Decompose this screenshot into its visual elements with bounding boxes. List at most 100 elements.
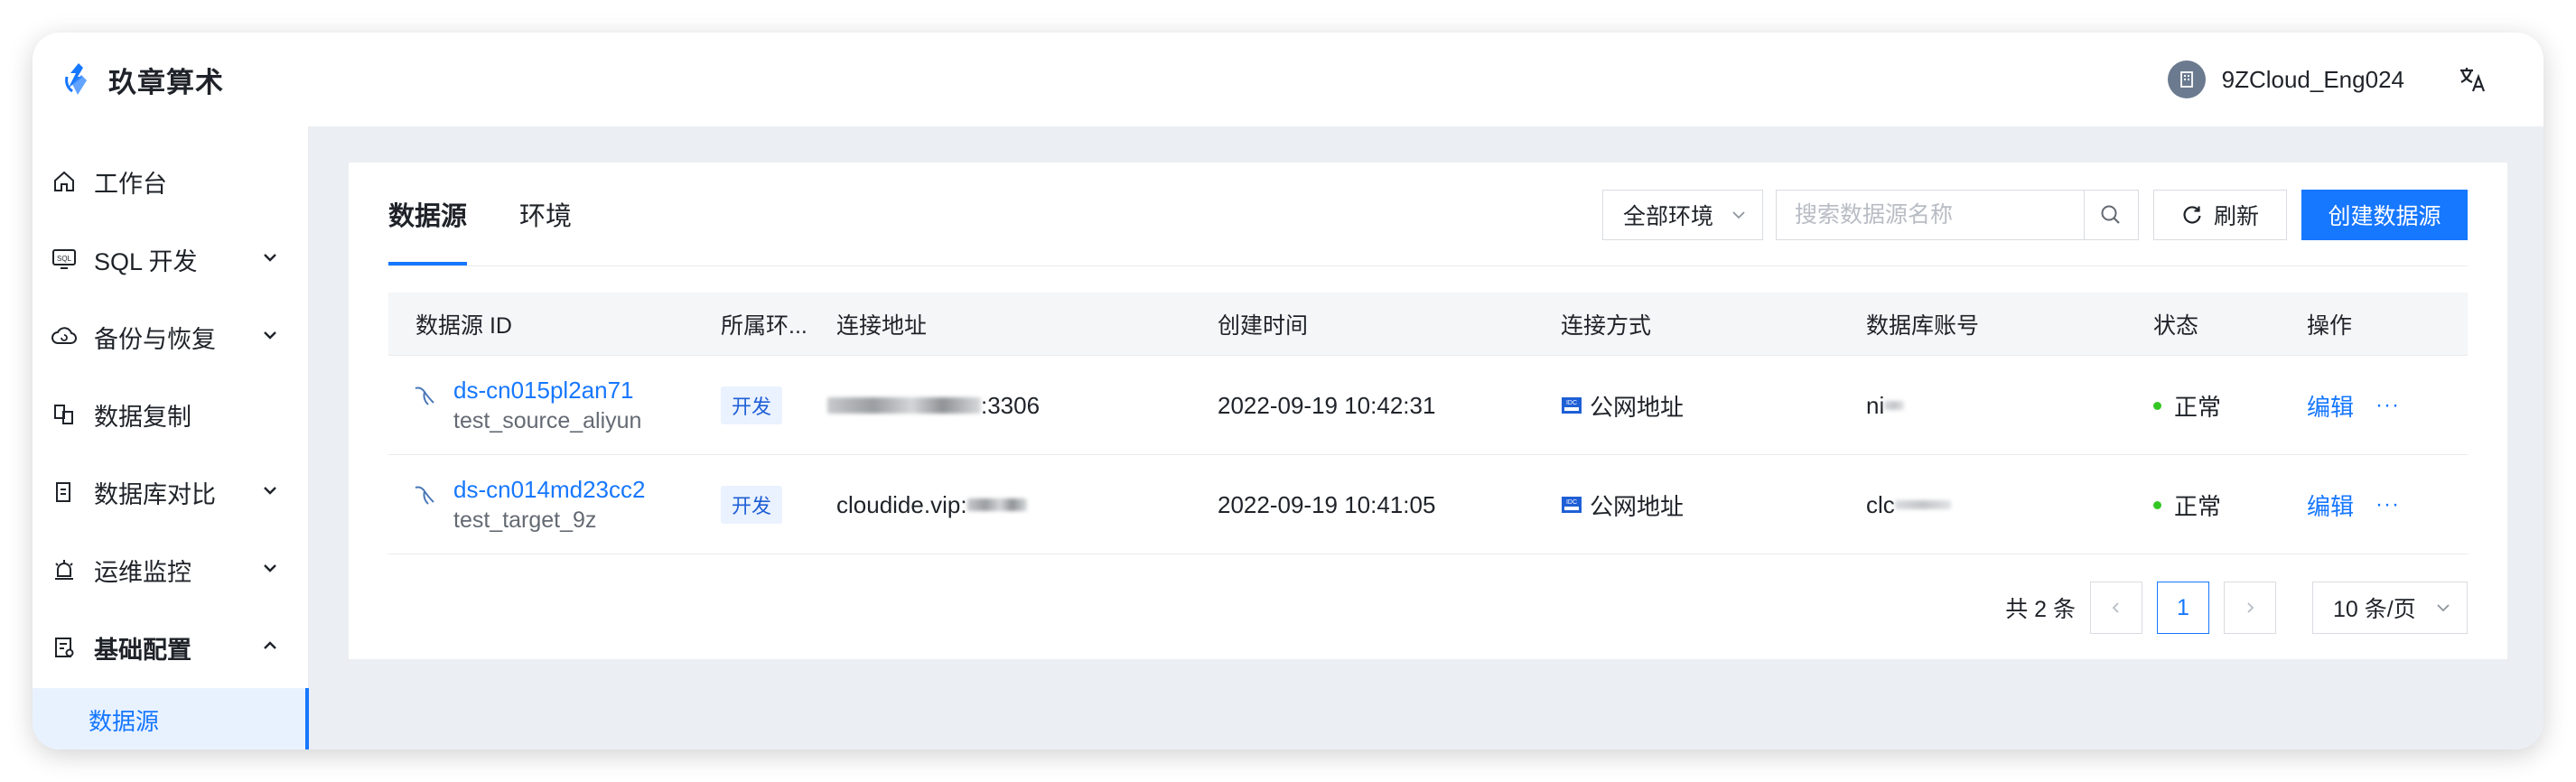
top-header: 玖章算术 9ZCloud_Eng024 bbox=[33, 33, 2543, 126]
redacted-address bbox=[827, 397, 981, 414]
sidebar-item-workbench[interactable]: 工作台 bbox=[33, 143, 309, 220]
env-filter-value: 全部环境 bbox=[1623, 204, 1714, 229]
mysql-icon bbox=[415, 486, 434, 505]
sidebar-item-label: 数据复制 bbox=[94, 403, 191, 431]
status-cell: 正常 bbox=[2153, 356, 2221, 455]
refresh-button[interactable]: 刷新 bbox=[2153, 190, 2287, 240]
datasource-id-cell: ds-cn015pl2an71 test_source_aliyun bbox=[453, 356, 641, 455]
sidebar-item-label: SQL 开发 bbox=[94, 247, 198, 275]
alarm-icon bbox=[51, 556, 78, 583]
search-input[interactable] bbox=[1777, 191, 2084, 239]
chevron-down-icon bbox=[1732, 211, 1745, 219]
created-time-cell: 2022-09-19 10:42:31 bbox=[1218, 391, 1436, 419]
sidebar-item-monitoring[interactable]: 运维监控 bbox=[33, 531, 309, 609]
sidebar-item-backup[interactable]: 备份与恢复 bbox=[33, 298, 309, 376]
datasource-id-link[interactable]: ds-cn014md23cc2 bbox=[453, 476, 645, 504]
sidebar-subitem-label: 数据源 bbox=[89, 707, 160, 735]
address-port: :3306 bbox=[981, 391, 1041, 419]
sidebar-item-sql[interactable]: SQL SQL 开发 bbox=[33, 220, 309, 298]
column-header-env: 所属环... bbox=[721, 313, 807, 339]
tab-datasource[interactable]: 数据源 bbox=[388, 163, 468, 265]
refresh-label: 刷新 bbox=[2213, 204, 2259, 229]
search-button[interactable] bbox=[2084, 191, 2136, 239]
address-cell: :3306 bbox=[827, 356, 1040, 455]
chevron-up-icon bbox=[264, 641, 276, 649]
connection-cell: IDC 公网地址 bbox=[1561, 455, 1684, 554]
main-card: 数据源 环境 全部环境 刷新 创建数据源 数据源 ID bbox=[349, 163, 2507, 659]
table-header: 数据源 ID 所属环... 连接地址 创建时间 连接方式 数据库账号 状态 操作 bbox=[388, 293, 2468, 356]
redacted-account bbox=[1894, 500, 1951, 509]
column-header-created: 创建时间 bbox=[1218, 313, 1309, 339]
column-header-address: 连接地址 bbox=[836, 313, 928, 339]
search-icon bbox=[2101, 205, 2120, 224]
address-cell: cloudide.vip: bbox=[836, 455, 1027, 554]
sidebar-subitem-datasource[interactable]: 数据源 bbox=[33, 688, 309, 749]
config-icon bbox=[51, 634, 78, 661]
svg-text:IDC: IDC bbox=[1566, 499, 1577, 506]
mysql-icon bbox=[415, 386, 434, 405]
chevron-right-icon bbox=[2247, 602, 2254, 613]
redacted-account bbox=[1884, 401, 1905, 410]
datasource-id-cell: ds-cn014md23cc2 test_target_9z bbox=[453, 455, 645, 554]
svg-text:SQL: SQL bbox=[57, 255, 72, 263]
logo-icon bbox=[65, 63, 87, 95]
edit-link[interactable]: 编辑 bbox=[2307, 489, 2354, 522]
connection-type: 公网地址 bbox=[1590, 492, 1685, 520]
table-row: ds-cn015pl2an71 test_source_aliyun 开发 :3… bbox=[388, 356, 2468, 455]
status-dot bbox=[2153, 500, 2161, 509]
env-filter-select[interactable]: 全部环境 bbox=[1602, 190, 1763, 240]
chevron-down-icon bbox=[264, 564, 276, 573]
avatar[interactable] bbox=[2167, 61, 2206, 98]
chevron-down-icon bbox=[2437, 604, 2450, 612]
sidebar-item-label: 备份与恢复 bbox=[94, 325, 216, 353]
redacted-address bbox=[966, 498, 1027, 511]
chevron-down-icon bbox=[264, 254, 276, 262]
tab-bar: 数据源 环境 bbox=[388, 163, 624, 265]
tab-environment[interactable]: 环境 bbox=[519, 163, 572, 265]
column-header-status: 状态 bbox=[2153, 313, 2199, 339]
svg-text:IDC: IDC bbox=[1566, 400, 1577, 406]
status-cell: 正常 bbox=[2153, 455, 2221, 554]
pagination: 共 2 条 1 10 条/页 bbox=[2005, 582, 2468, 634]
username[interactable]: 9ZCloud_Eng024 bbox=[2222, 66, 2404, 94]
create-datasource-button[interactable]: 创建数据源 bbox=[2301, 190, 2468, 240]
chevron-down-icon bbox=[264, 331, 276, 340]
edit-link[interactable]: 编辑 bbox=[2307, 389, 2354, 423]
status-text: 正常 bbox=[2174, 492, 2222, 520]
datasource-table: 数据源 ID 所属环... 连接地址 创建时间 连接方式 数据库账号 状态 操作… bbox=[388, 293, 2468, 554]
actions-cell: 编辑 ··· bbox=[2307, 455, 2400, 554]
more-actions-button[interactable]: ··· bbox=[2375, 492, 2400, 517]
next-page-button[interactable] bbox=[2224, 582, 2276, 634]
sidebar-item-label: 基础配置 bbox=[94, 636, 191, 664]
idc-icon: IDC bbox=[1562, 497, 1582, 513]
sidebar: 工作台 SQL SQL 开发 备份与恢复 数据复制 数据库对比 运维监控 基础配… bbox=[33, 126, 309, 749]
refresh-icon bbox=[2183, 206, 2201, 224]
datasource-id-link[interactable]: ds-cn015pl2an71 bbox=[453, 377, 634, 405]
replicate-icon bbox=[51, 401, 78, 428]
prev-page-button[interactable] bbox=[2090, 582, 2142, 634]
env-cell: 开发 bbox=[721, 455, 783, 554]
toolbar: 全部环境 刷新 创建数据源 bbox=[1602, 190, 2468, 240]
env-tag: 开发 bbox=[721, 386, 783, 424]
search-box bbox=[1776, 190, 2139, 240]
account-prefix: ni bbox=[1866, 391, 1885, 419]
sidebar-item-config[interactable]: 基础配置 bbox=[33, 609, 309, 686]
column-header-account: 数据库账号 bbox=[1866, 313, 1980, 339]
status-dot bbox=[2153, 401, 2161, 410]
home-icon bbox=[51, 168, 78, 195]
sidebar-item-label: 运维监控 bbox=[94, 558, 191, 586]
actions-cell: 编辑 ··· bbox=[2307, 356, 2400, 455]
page-button-current[interactable]: 1 bbox=[2157, 582, 2209, 634]
connection-type: 公网地址 bbox=[1590, 393, 1685, 421]
chevron-down-icon bbox=[264, 487, 276, 495]
sidebar-item-replication[interactable]: 数据复制 bbox=[33, 376, 309, 453]
brand-logo[interactable]: 玖章算术 bbox=[60, 60, 224, 100]
more-actions-button[interactable]: ··· bbox=[2375, 393, 2400, 418]
building-icon bbox=[2179, 71, 2193, 88]
page-size-select[interactable]: 10 条/页 bbox=[2312, 582, 2468, 634]
sidebar-item-label: 数据库对比 bbox=[94, 480, 216, 508]
tab-divider bbox=[388, 265, 2468, 266]
language-icon[interactable] bbox=[2457, 63, 2489, 96]
sidebar-item-compare[interactable]: 数据库对比 bbox=[33, 453, 309, 531]
datasource-name: test_target_9z bbox=[453, 507, 597, 533]
